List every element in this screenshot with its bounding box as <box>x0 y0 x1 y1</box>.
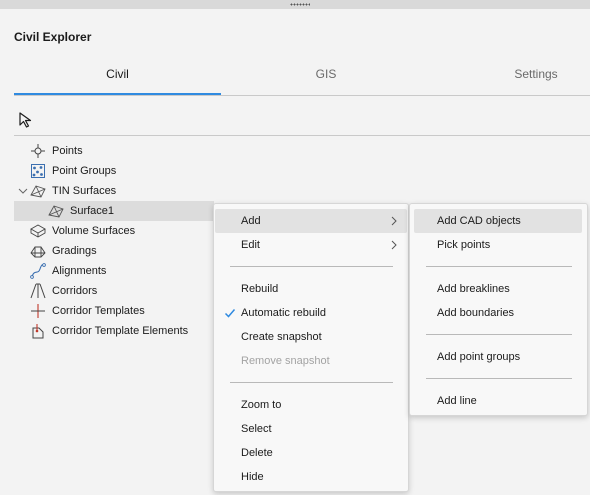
panel-title: Civil Explorer <box>14 30 92 44</box>
menu-item-label: Add point groups <box>437 351 521 363</box>
tab-gis[interactable]: GIS <box>221 56 431 94</box>
tree-item-label: Alignments <box>52 265 107 277</box>
menu-item-label: Remove snapshot <box>241 355 330 367</box>
tab-civil[interactable]: Civil <box>14 56 221 94</box>
corridors-icon <box>30 283 46 299</box>
tree-item-gradings[interactable]: Gradings <box>30 241 230 261</box>
menu-item-add-line[interactable]: Add line <box>410 389 587 413</box>
tree-item-label: Volume Surfaces <box>52 225 136 237</box>
menu-separator <box>230 266 393 267</box>
explorer-toolbar <box>14 108 590 136</box>
tree-item-label: Corridor Template Elements <box>52 325 189 337</box>
tin-surfaces-icon <box>30 185 46 198</box>
tree-item-corridor-templates[interactable]: Corridor Templates <box>30 301 230 321</box>
menu-item-label: Edit <box>241 239 260 251</box>
context-menu: Add Edit Rebuild Automatic rebuild Creat… <box>213 203 409 492</box>
menu-item-label: Zoom to <box>241 399 282 411</box>
menu-item-label: Add boundaries <box>437 307 515 319</box>
checkmark-icon <box>224 309 236 318</box>
chevron-down-icon[interactable] <box>18 186 28 196</box>
corridor-template-elements-icon <box>32 324 44 339</box>
tree-item-points[interactable]: Points <box>30 141 230 161</box>
chevron-right-icon <box>391 240 397 250</box>
menu-item-label: Add <box>241 215 261 227</box>
menu-separator <box>426 378 572 379</box>
add-submenu: Add CAD objects Pick points Add breaklin… <box>409 203 588 416</box>
menu-item-label: Rebuild <box>241 283 279 295</box>
menu-item-add-point-groups[interactable]: Add point groups <box>410 345 587 369</box>
tree-item-surface1[interactable]: Surface1 <box>14 201 214 221</box>
menu-item-label: Add breaklines <box>437 283 510 295</box>
menu-item-zoom-to[interactable]: Zoom to <box>214 393 408 417</box>
chevron-right-icon <box>391 216 397 226</box>
tree-item-alignments[interactable]: Alignments <box>30 261 230 281</box>
menu-item-edit[interactable]: Edit <box>214 233 408 257</box>
menu-item-add-cad-objects[interactable]: Add CAD objects <box>410 209 587 233</box>
menu-item-remove-snapshot: Remove snapshot <box>214 349 408 373</box>
menu-item-add-boundaries[interactable]: Add boundaries <box>410 301 587 325</box>
corridor-templates-icon <box>31 304 45 318</box>
menu-separator <box>426 266 572 267</box>
menu-item-automatic-rebuild[interactable]: Automatic rebuild <box>214 301 408 325</box>
menu-item-label: Delete <box>241 447 273 459</box>
tree-item-label: Point Groups <box>52 165 117 177</box>
tree-item-label: Corridors <box>52 285 98 297</box>
tree-item-point-groups[interactable]: Point Groups <box>30 161 230 181</box>
menu-item-select[interactable]: Select <box>214 417 408 441</box>
menu-item-label: Hide <box>241 471 264 483</box>
points-icon <box>31 144 45 158</box>
menu-separator <box>426 334 572 335</box>
tab-bar: Civil GIS Settings <box>14 56 590 96</box>
menu-separator <box>230 382 393 383</box>
menu-item-hide[interactable]: Hide <box>214 465 408 489</box>
menu-item-label: Create snapshot <box>241 331 322 343</box>
menu-item-add-breaklines[interactable]: Add breaklines <box>410 277 587 301</box>
tree-item-label: Points <box>52 145 83 157</box>
menu-item-label: Automatic rebuild <box>241 307 326 319</box>
menu-item-add[interactable]: Add <box>214 209 408 233</box>
menu-item-create-snapshot[interactable]: Create snapshot <box>214 325 408 349</box>
surface-icon <box>48 205 64 218</box>
tree-item-corridors[interactable]: Corridors <box>30 281 230 301</box>
tab-settings[interactable]: Settings <box>431 56 590 94</box>
menu-item-label: Pick points <box>437 239 491 251</box>
panel-resize-grip[interactable] <box>0 0 590 9</box>
menu-item-label: Select <box>241 423 272 435</box>
tree-item-label: TIN Surfaces <box>52 185 117 197</box>
menu-item-label: Add CAD objects <box>437 215 521 227</box>
active-tab-indicator <box>14 93 221 95</box>
menu-item-label: Add line <box>437 395 477 407</box>
tree-item-label: Corridor Templates <box>52 305 145 317</box>
tree-item-label: Surface1 <box>70 205 115 217</box>
menu-item-rebuild[interactable]: Rebuild <box>214 277 408 301</box>
volume-surfaces-icon <box>30 224 46 238</box>
tree-item-volume-surfaces[interactable]: Volume Surfaces <box>30 221 230 241</box>
point-groups-icon <box>31 164 45 178</box>
menu-item-delete[interactable]: Delete <box>214 441 408 465</box>
tree-item-tin-surfaces[interactable]: TIN Surfaces <box>18 181 218 201</box>
grip-dots-icon <box>290 3 310 6</box>
alignments-icon <box>30 263 46 279</box>
menu-item-pick-points[interactable]: Pick points <box>410 233 587 257</box>
cursor-icon[interactable] <box>18 111 34 129</box>
gradings-icon <box>30 246 46 258</box>
tree-item-label: Gradings <box>52 245 97 257</box>
